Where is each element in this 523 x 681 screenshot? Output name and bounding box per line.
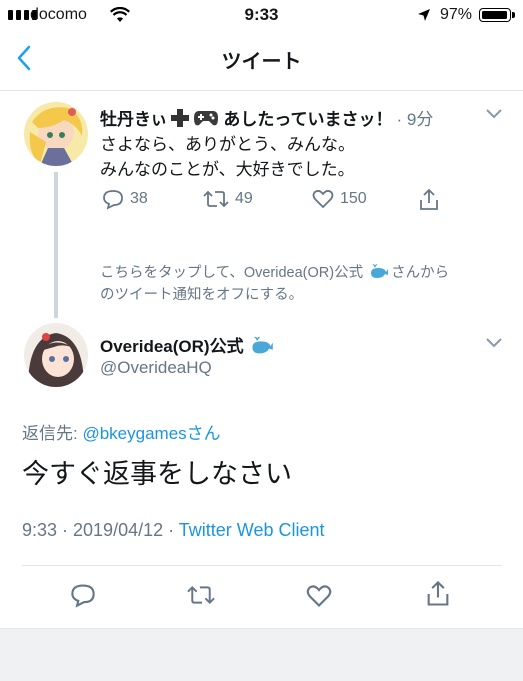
parent-tweet-actions: 38 49 150 xyxy=(0,188,523,214)
whale-emoji-icon xyxy=(251,336,273,353)
retweet-icon[interactable] xyxy=(186,583,216,607)
reply-count: 38 xyxy=(130,190,148,207)
tweet-line: さよなら、ありがとう、みんな。 xyxy=(100,135,355,154)
retweet-icon xyxy=(203,190,229,208)
chevron-down-icon[interactable] xyxy=(485,337,503,349)
main-tweet-text: 今すぐ返事をしなさい xyxy=(22,459,292,489)
avatar[interactable] xyxy=(24,323,88,387)
share-button[interactable] xyxy=(418,188,440,212)
status-bar: docomo 9:33 97% xyxy=(0,0,523,30)
reply-to-link[interactable]: @bkeygamesさん xyxy=(82,424,220,443)
game-controller-icon xyxy=(194,110,219,125)
battery-icon xyxy=(479,8,515,22)
bottom-area xyxy=(0,628,523,681)
reply-to-prefix: 返信先: xyxy=(22,424,83,443)
heart-icon[interactable] xyxy=(306,583,332,609)
notice-text: さんから xyxy=(391,265,450,281)
retweet-button[interactable]: 49 xyxy=(203,188,253,210)
whale-emoji-icon xyxy=(371,264,389,278)
tweet-timestamp: 9:33 · 2019/04/12 · xyxy=(22,520,179,540)
chevron-down-icon[interactable] xyxy=(485,108,503,120)
share-icon xyxy=(420,188,438,210)
notice-text: こちらをタップして、Overidea(OR)公式 xyxy=(100,265,364,281)
retweet-count: 49 xyxy=(235,190,253,207)
location-arrow-icon xyxy=(418,9,430,21)
share-icon[interactable] xyxy=(425,580,451,608)
reply-button[interactable]: 38 xyxy=(102,188,148,210)
parent-author-name[interactable]: 牡丹きぃ あしたっていまさッ！ · 9分 xyxy=(100,105,433,130)
author-name-text: 牡丹きぃ xyxy=(100,110,168,129)
nav-divider xyxy=(0,90,523,91)
notice-text: のツイート通知をオフにする。 xyxy=(100,287,304,303)
notification-off-prompt[interactable]: こちらをタップして、Overidea(OR)公式 さんから のツイート通知をオフ… xyxy=(100,262,500,306)
parent-tweet-text: さよなら、ありがとう、みんな。 みんなのことが、大好きでした。 xyxy=(100,132,355,182)
tweet-time-ago: · 9分 xyxy=(396,110,434,129)
author-name-suffix: あしたっていまさッ！ xyxy=(223,110,393,129)
like-count: 150 xyxy=(340,190,367,207)
tweet-line: みんなのことが、大好きでした。 xyxy=(100,160,355,179)
reply-icon[interactable] xyxy=(70,582,96,608)
heart-icon xyxy=(312,189,334,209)
main-author-handle[interactable]: @OverideaHQ xyxy=(100,358,212,378)
author-name-text: Overidea(OR)公式 xyxy=(100,337,244,356)
main-author-name[interactable]: Overidea(OR)公式 xyxy=(100,332,274,357)
reply-icon xyxy=(103,190,123,210)
like-button[interactable]: 150 xyxy=(312,188,367,210)
tweet-metadata: 9:33 · 2019/04/12 · Twitter Web Client xyxy=(22,520,325,541)
battery-percent: 97% xyxy=(440,6,473,23)
plus-emoji-icon xyxy=(171,108,190,127)
main-tweet-actions xyxy=(0,580,523,610)
divider xyxy=(22,565,502,566)
avatar[interactable] xyxy=(24,102,88,166)
client-link[interactable]: Twitter Web Client xyxy=(179,520,325,540)
reply-to-line: 返信先: @bkeygamesさん xyxy=(22,419,221,444)
page-title: ツイート xyxy=(221,51,302,73)
